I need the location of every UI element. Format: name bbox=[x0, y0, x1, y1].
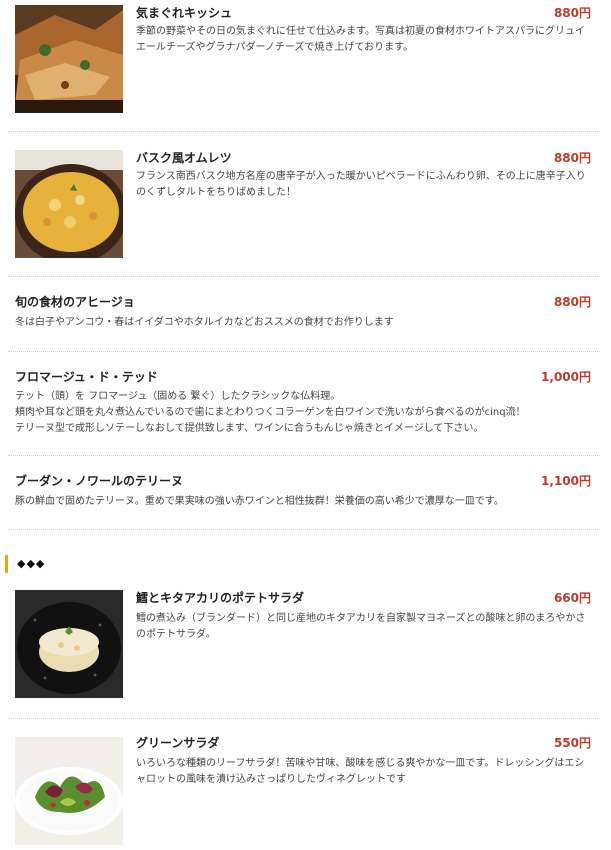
item-description: フランス南西バスク地方名産の唐辛子が入った暖かいピペラードにふんわり卵、その上に… bbox=[136, 171, 586, 198]
item-name: 気まぐれキッシュ bbox=[136, 6, 233, 20]
item-description-line: テリーヌ型で成形しソテーしなおして提供致します、ワインに合うもんじゃ焼きとイメー… bbox=[15, 423, 484, 434]
quiche-photo bbox=[15, 5, 123, 113]
menu-item-boudin-noir: ブーダン・ノワールのテリーヌ 1,100円 豚の鮮血で固めたテリーヌ。重めで果実… bbox=[15, 470, 591, 520]
item-description: 冬は白子やアンコウ・春はイイダコやホタルイカなどおススメの食材でお作りします bbox=[15, 317, 394, 328]
item-price: 660円 bbox=[553, 591, 591, 605]
potato-salad-photo bbox=[15, 590, 123, 698]
divider bbox=[8, 351, 600, 352]
section-header: ◆◆◆ bbox=[5, 555, 45, 573]
item-price: 1,100円 bbox=[541, 474, 591, 488]
green-salad-photo bbox=[15, 737, 123, 845]
omelette-photo bbox=[15, 150, 123, 258]
item-description: 鱈の煮込み（ブランダード）と同じ産地のキタアカリを自家製マヨネーズとの酸味と卵の… bbox=[136, 613, 586, 640]
menu-item-basque-omelette: バスク風オムレツ 880円 フランス南西バスク地方名産の唐辛子が入った暖かいピペ… bbox=[15, 145, 591, 263]
item-name: ブーダン・ノワールのテリーヌ bbox=[15, 474, 184, 488]
menu-item-fromage-de-tete: フロマージュ・ド・テッド 1,000円 テット（頭）を フロマージュ（固める 繋… bbox=[15, 365, 591, 445]
divider bbox=[8, 455, 600, 456]
item-name: グリーンサラダ bbox=[136, 736, 220, 750]
menu-list: 気まぐれキッシュ 880円 季節の野菜やその日の気まぐれに任せて仕込みます。写真… bbox=[0, 0, 611, 850]
item-description: テット（頭）を フロマージュ（固める 繋ぐ）したクラシックな仏料理。 頬肉や耳な… bbox=[15, 389, 591, 437]
item-description: 豚の鮮血で固めたテリーヌ。重めで果実味の強い赤ワインと相性抜群！栄養価の高い希少… bbox=[15, 496, 504, 507]
divider bbox=[8, 276, 600, 277]
item-name: バスク風オムレツ bbox=[136, 151, 232, 165]
item-description: いろいろな種類のリーフサラダ！苦味や甘味、酸味を感じる爽やかな一皿です。ドレッシ… bbox=[136, 758, 585, 785]
divider bbox=[8, 718, 600, 719]
menu-item-ajillo: 旬の食材のアヒージョ 880円 冬は白子やアンコウ・春はイイダコやホタルイカなど… bbox=[15, 290, 591, 340]
menu-item-green-salad: グリーンサラダ 550円 いろいろな種類のリーフサラダ！苦味や甘味、酸味を感じる… bbox=[15, 732, 591, 850]
item-price: 880円 bbox=[553, 295, 591, 309]
item-price: 550円 bbox=[553, 736, 591, 750]
item-name: 旬の食材のアヒージョ bbox=[15, 295, 135, 309]
item-name: フロマージュ・ド・テッド bbox=[15, 370, 158, 384]
item-name: 鱈とキタアカリのポテトサラダ bbox=[136, 591, 305, 605]
divider bbox=[8, 529, 600, 530]
menu-item-quiche: 気まぐれキッシュ 880円 季節の野菜やその日の気まぐれに任せて仕込みます。写真… bbox=[15, 0, 591, 118]
item-price: 1,000円 bbox=[541, 370, 591, 384]
menu-item-potato-salad: 鱈とキタアカリのポテトサラダ 660円 鱈の煮込み（ブランダード）と同じ産地のキ… bbox=[15, 587, 591, 705]
divider bbox=[8, 131, 600, 132]
item-price: 880円 bbox=[553, 6, 591, 20]
item-price: 880円 bbox=[553, 151, 591, 165]
item-description-line: 頬肉や耳など頭を丸々煮込んでいるので歯にまとわりつくコラーゲンを白ワインで洗いな… bbox=[15, 407, 526, 418]
item-description-line: テット（頭）を フロマージュ（固める 繋ぐ）したクラシックな仏料理。 bbox=[15, 391, 341, 402]
item-description: 季節の野菜やその日の気まぐれに任せて仕込みます。写真は初夏の食材ホワイトアスパラ… bbox=[136, 26, 585, 53]
